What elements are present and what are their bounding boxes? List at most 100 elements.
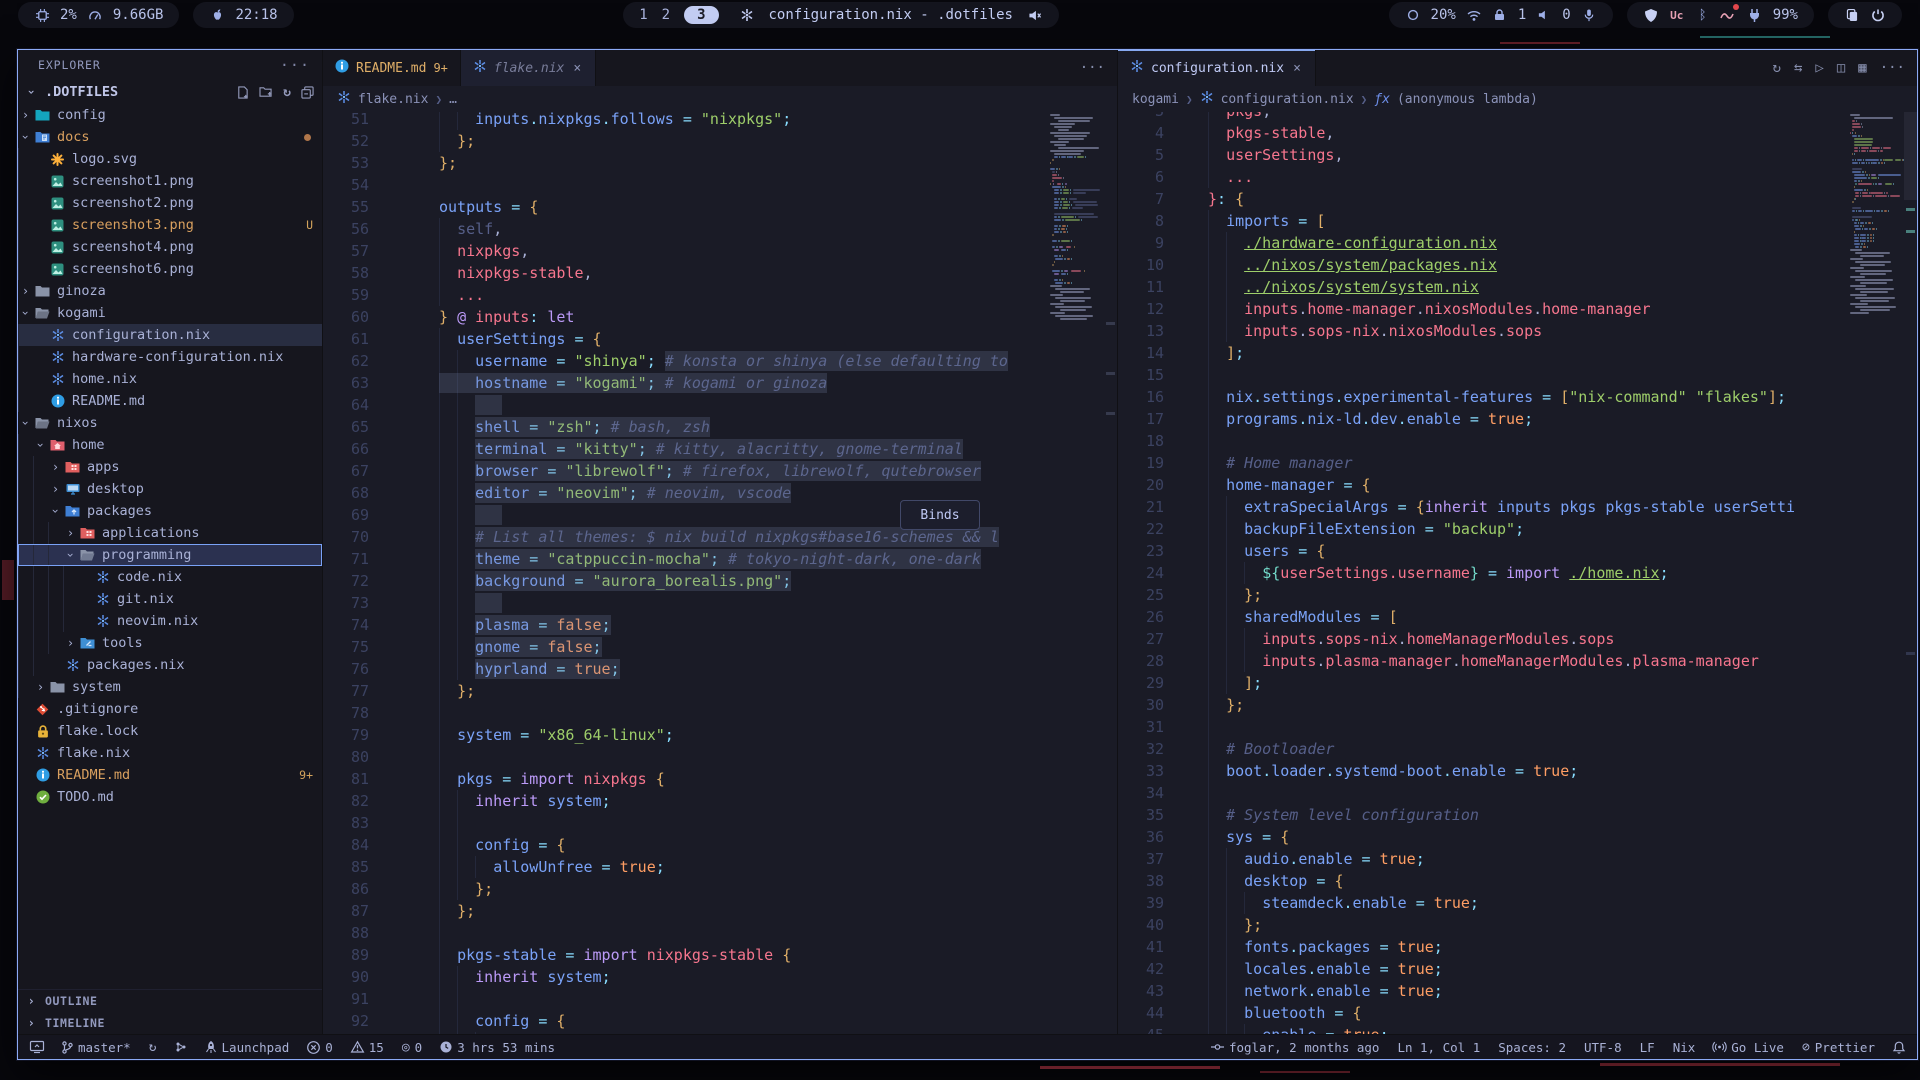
- statusbar-feedback[interactable]: ◎0: [400, 1035, 424, 1059]
- editor-flake-nix[interactable]: 5152535455565758596061626364656667686970…: [323, 112, 1117, 1034]
- statusbar-eol[interactable]: LF: [1638, 1035, 1657, 1059]
- new-file-icon[interactable]: [236, 86, 249, 99]
- tree-file-configuration-nix[interactable]: configuration.nix: [18, 324, 322, 346]
- chevron-right-icon[interactable]: ›: [18, 284, 33, 298]
- hardware-module[interactable]: 20% 1 0: [1389, 2, 1613, 28]
- chevron-right-icon[interactable]: ›: [63, 526, 78, 540]
- tree-folder-desktop[interactable]: ›desktop: [18, 478, 322, 500]
- tree-folder-nixos[interactable]: ›nixos: [18, 412, 322, 434]
- tree-file-home-nix[interactable]: home.nix: [18, 368, 322, 390]
- tray-module[interactable]: Uc ᛒ 99%: [1627, 2, 1814, 28]
- layout-icon[interactable]: ▦: [1858, 60, 1866, 76]
- new-folder-icon[interactable]: [259, 86, 273, 98]
- tree-file-screenshot6-png[interactable]: screenshot6.png: [18, 258, 322, 280]
- chevron-down-icon[interactable]: ›: [64, 548, 78, 563]
- code-area[interactable]: inputs.nixpkgs.follows = "nixpkgs"; };};…: [383, 112, 1046, 1034]
- statusbar-git-graph[interactable]: [173, 1035, 189, 1059]
- chevron-right-icon[interactable]: ›: [48, 460, 63, 474]
- statusbar-cursor-position[interactable]: Ln 1, Col 1: [1395, 1035, 1482, 1059]
- chevron-right-icon[interactable]: ›: [63, 636, 78, 650]
- close-icon[interactable]: ×: [571, 61, 583, 76]
- chevron-right-icon[interactable]: ›: [48, 482, 63, 496]
- tree-folder-docs[interactable]: ›docs: [18, 126, 322, 148]
- split-editor-icon[interactable]: ◫: [1837, 60, 1845, 76]
- chevron-down-icon[interactable]: ›: [19, 306, 33, 321]
- chevron-right-icon[interactable]: ›: [33, 680, 48, 694]
- close-icon[interactable]: ×: [1291, 61, 1303, 76]
- breadcrumb-item[interactable]: (anonymous lambda): [1397, 92, 1538, 107]
- minimap[interactable]: [1046, 112, 1104, 1034]
- tree-folder-system[interactable]: ›system: [18, 676, 322, 698]
- statusbar-warnings[interactable]: 15: [349, 1035, 386, 1059]
- more-actions-icon[interactable]: ···: [1080, 60, 1105, 76]
- sync-icon[interactable]: ↻: [1773, 60, 1781, 76]
- chevron-down-icon[interactable]: ›: [49, 504, 63, 519]
- mute-speaker-icon[interactable]: [1027, 7, 1043, 23]
- tree-file-flake-nix[interactable]: flake.nix: [18, 742, 322, 764]
- outline-section[interactable]: ›OUTLINE: [18, 990, 322, 1012]
- more-actions-icon[interactable]: ···: [1880, 60, 1905, 76]
- statusbar-notifications[interactable]: [1891, 1035, 1907, 1059]
- statusbar-errors[interactable]: 0: [305, 1035, 335, 1059]
- tree-file-todo-md[interactable]: TODO.md: [18, 786, 322, 808]
- statusbar-encoding[interactable]: UTF-8: [1582, 1035, 1624, 1059]
- statusbar-git-branch[interactable]: master*: [60, 1035, 133, 1059]
- refresh-explorer-icon[interactable]: ↻: [283, 85, 291, 100]
- tree-file-hardware-configuration-nix[interactable]: hardware-configuration.nix: [18, 346, 322, 368]
- tree-file-screenshot2-png[interactable]: screenshot2.png: [18, 192, 322, 214]
- session-module[interactable]: [1828, 2, 1902, 28]
- statusbar-remote-window[interactable]: [28, 1035, 46, 1059]
- chevron-down-icon[interactable]: ›: [19, 130, 33, 145]
- tree-file-readme-md[interactable]: README.md: [18, 390, 322, 412]
- tree-folder-kogami[interactable]: ›kogami: [18, 302, 322, 324]
- tree-file-packages-nix[interactable]: packages.nix: [18, 654, 322, 676]
- breadcrumb-item[interactable]: configuration.nix: [1221, 92, 1354, 107]
- tree-file-flake-lock[interactable]: flake.lock: [18, 720, 322, 742]
- tree-file-neovim-nix[interactable]: neovim.nix: [18, 610, 322, 632]
- chevron-right-icon[interactable]: ›: [18, 108, 33, 122]
- tab-readme-md[interactable]: README.md9+: [323, 50, 461, 86]
- collapse-folders-icon[interactable]: [301, 86, 314, 99]
- code-area[interactable]: pkgs, pkgs-stable, userSettings, ...}: {…: [1178, 112, 1846, 1034]
- breadcrumb-left[interactable]: flake.nix❯…: [323, 86, 1117, 112]
- breadcrumb-right[interactable]: kogami❯configuration.nix❯ƒx(anonymous la…: [1118, 86, 1917, 112]
- tab-configuration-nix[interactable]: configuration.nix×: [1118, 50, 1316, 86]
- statusbar-go-live[interactable]: Go Live: [1711, 1035, 1786, 1059]
- breadcrumb-item[interactable]: flake.nix: [358, 92, 428, 107]
- explorer-root-folder[interactable]: › .DOTFILES ↻: [18, 80, 322, 104]
- tree-file-screenshot1-png[interactable]: screenshot1.png: [18, 170, 322, 192]
- statusbar-git-blame[interactable]: foglar, 2 months ago: [1209, 1035, 1382, 1059]
- tree-folder-config[interactable]: ›config: [18, 104, 322, 126]
- tree-folder-applications[interactable]: ›applications: [18, 522, 322, 544]
- tree-file-logo-svg[interactable]: logo.svg: [18, 148, 322, 170]
- clock-module[interactable]: 22:18: [193, 2, 293, 28]
- tree-file-readme-md[interactable]: README.md9+: [18, 764, 322, 786]
- timeline-section[interactable]: ›TIMELINE: [18, 1012, 322, 1034]
- open-changes-icon[interactable]: ⇆: [1794, 60, 1802, 76]
- chevron-down-icon[interactable]: ›: [34, 438, 48, 453]
- chevron-down-icon[interactable]: ›: [19, 416, 33, 431]
- workspace-1[interactable]: 1: [639, 7, 647, 23]
- tree-folder-tools[interactable]: ›tools: [18, 632, 322, 654]
- breadcrumb-item[interactable]: …: [449, 92, 457, 107]
- statusbar-launchpad[interactable]: Launchpad: [203, 1035, 292, 1059]
- overview-ruler[interactable]: [1904, 112, 1917, 1034]
- editor-configuration-nix[interactable]: 3456789101112131415161718192021222324252…: [1118, 112, 1917, 1034]
- scrollbar-slider[interactable]: [1904, 112, 1917, 200]
- tree-file-git-nix[interactable]: git.nix: [18, 588, 322, 610]
- workspace-2[interactable]: 2: [662, 7, 670, 23]
- statusbar-indentation[interactable]: Spaces: 2: [1496, 1035, 1568, 1059]
- tree-file-code-nix[interactable]: code.nix: [18, 566, 322, 588]
- tree-file--gitignore[interactable]: .gitignore: [18, 698, 322, 720]
- workspace-3-active[interactable]: 3: [684, 6, 718, 24]
- tree-folder-home[interactable]: ›home: [18, 434, 322, 456]
- tree-folder-programming[interactable]: ›programming: [18, 544, 322, 566]
- tree-folder-apps[interactable]: ›apps: [18, 456, 322, 478]
- tab-flake-nix[interactable]: flake.nix×: [461, 50, 596, 86]
- breadcrumb-item[interactable]: kogami: [1132, 92, 1179, 107]
- statusbar-prettier[interactable]: ⊘Prettier: [1800, 1035, 1877, 1059]
- overview-ruler[interactable]: [1104, 112, 1117, 1034]
- explorer-more-actions-icon[interactable]: ···: [280, 56, 310, 74]
- statusbar-wakatime[interactable]: 3 hrs 53 mins: [438, 1035, 557, 1059]
- minimap[interactable]: [1846, 112, 1904, 1034]
